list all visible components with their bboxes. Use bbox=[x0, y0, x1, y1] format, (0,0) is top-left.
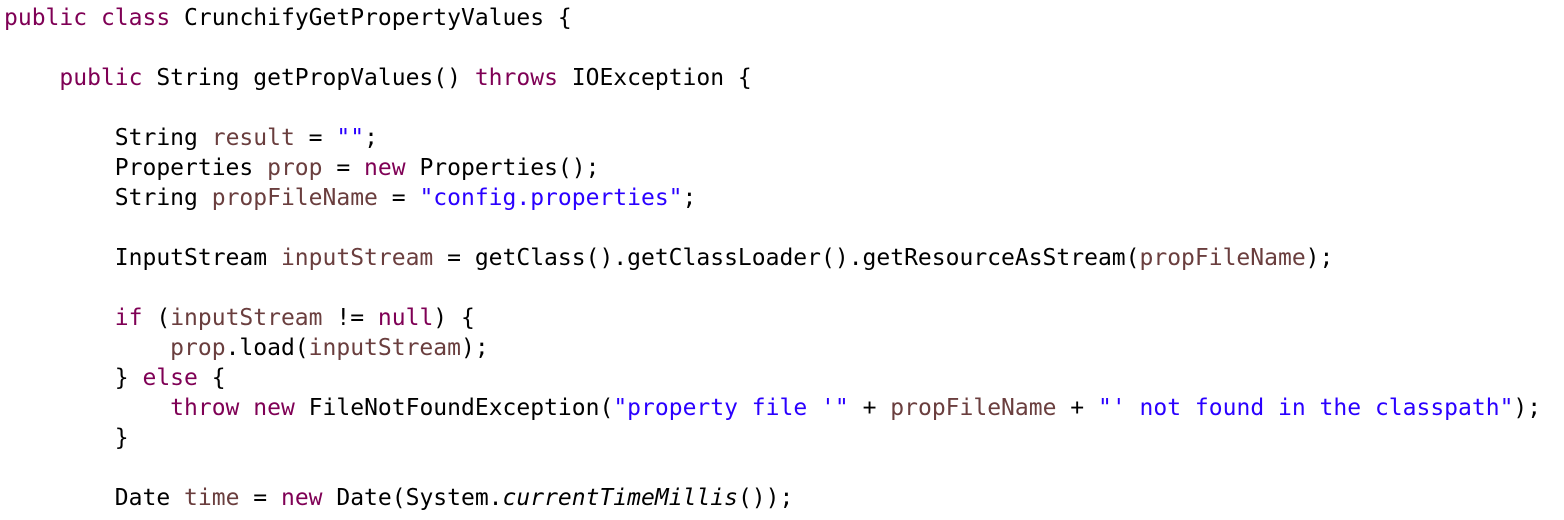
code-token: IOException { bbox=[557, 65, 752, 91]
code-token: = bbox=[377, 185, 420, 211]
code-token: = getClass().getClassLoader().getResourc… bbox=[433, 245, 1140, 271]
keyword-token: if bbox=[114, 305, 143, 331]
code-line: Properties prop = new Properties(); bbox=[4, 153, 600, 183]
code-token: { bbox=[197, 365, 226, 391]
code-token: FileNotFoundException( bbox=[294, 395, 614, 421]
code-token: } bbox=[114, 365, 143, 391]
variable-token: inputStream bbox=[170, 305, 323, 331]
code-token: String bbox=[114, 125, 212, 151]
string-token: "' not found in the classpath" bbox=[1098, 395, 1514, 421]
keyword-token: public bbox=[59, 65, 143, 91]
code-token: Date bbox=[114, 485, 185, 511]
code-line: public class CrunchifyGetPropertyValues … bbox=[4, 3, 572, 33]
variable-token: propFileName bbox=[1139, 245, 1306, 271]
code-token: } bbox=[114, 425, 129, 451]
code-token: = bbox=[322, 155, 365, 181]
keyword-token: throw bbox=[170, 395, 240, 421]
variable-token: inputStream bbox=[280, 245, 434, 271]
code-line: String result = ""; bbox=[4, 123, 378, 153]
code-token: String getPropValues() bbox=[142, 65, 475, 91]
variable-token: time bbox=[184, 485, 240, 511]
code-token: Date(System. bbox=[322, 485, 503, 511]
code-token: + bbox=[1056, 395, 1098, 421]
keyword-token: throws bbox=[474, 65, 558, 91]
code-line: if (inputStream != null) { bbox=[4, 303, 475, 333]
code-token: ( bbox=[142, 305, 171, 331]
code-line: prop.load(inputStream); bbox=[4, 333, 489, 363]
code-token: ; bbox=[682, 185, 697, 211]
code-token: String bbox=[114, 185, 212, 211]
variable-token: prop bbox=[170, 335, 226, 361]
keyword-token: else bbox=[142, 365, 198, 391]
keyword-token: new bbox=[364, 155, 406, 181]
code-line: String propFileName = "config.properties… bbox=[4, 183, 697, 213]
code-token: = bbox=[239, 485, 281, 511]
method-token: currentTimeMillis bbox=[502, 485, 738, 511]
string-token: "" bbox=[336, 125, 365, 151]
variable-token: propFileName bbox=[211, 185, 378, 211]
code-editor[interactable]: public class CrunchifyGetPropertyValues … bbox=[4, 0, 1560, 520]
code-token: ()); bbox=[737, 485, 794, 511]
keyword-token: new bbox=[253, 395, 295, 421]
code-token: ); bbox=[1305, 245, 1334, 271]
code-token: ) { bbox=[433, 305, 475, 331]
variable-token: inputStream bbox=[308, 335, 461, 361]
variable-token: propFileName bbox=[890, 395, 1057, 421]
code-token: .load( bbox=[225, 335, 309, 361]
code-line: public String getPropValues() throws IOE… bbox=[4, 63, 752, 93]
code-token: CrunchifyGetPropertyValues { bbox=[170, 5, 572, 31]
code-token: ); bbox=[1513, 395, 1542, 421]
string-token: "property file '" bbox=[613, 395, 849, 421]
keyword-token: new bbox=[280, 485, 323, 511]
code-line: Date time = new Date(System.currentTimeM… bbox=[4, 483, 794, 513]
code-token: ); bbox=[460, 335, 489, 361]
string-token: "config.properties" bbox=[419, 185, 683, 211]
keyword-token: public bbox=[4, 5, 88, 31]
keyword-token: null bbox=[377, 305, 434, 331]
code-line: } bbox=[4, 423, 129, 453]
code-token: ; bbox=[364, 125, 378, 151]
keyword-token: class bbox=[100, 5, 171, 31]
variable-token: result bbox=[211, 125, 295, 151]
code-token: Properties(); bbox=[405, 155, 600, 181]
code-line: throw new FileNotFoundException("propert… bbox=[4, 393, 1541, 423]
code-token: Properties bbox=[114, 155, 268, 181]
variable-token: prop bbox=[267, 155, 323, 181]
code-line: InputStream inputStream = getClass().get… bbox=[4, 243, 1334, 273]
code-token: + bbox=[848, 395, 891, 421]
code-token: = bbox=[294, 125, 337, 151]
code-line: } else { bbox=[4, 363, 226, 393]
code-token: InputStream bbox=[114, 245, 281, 271]
code-token: != bbox=[322, 305, 378, 331]
